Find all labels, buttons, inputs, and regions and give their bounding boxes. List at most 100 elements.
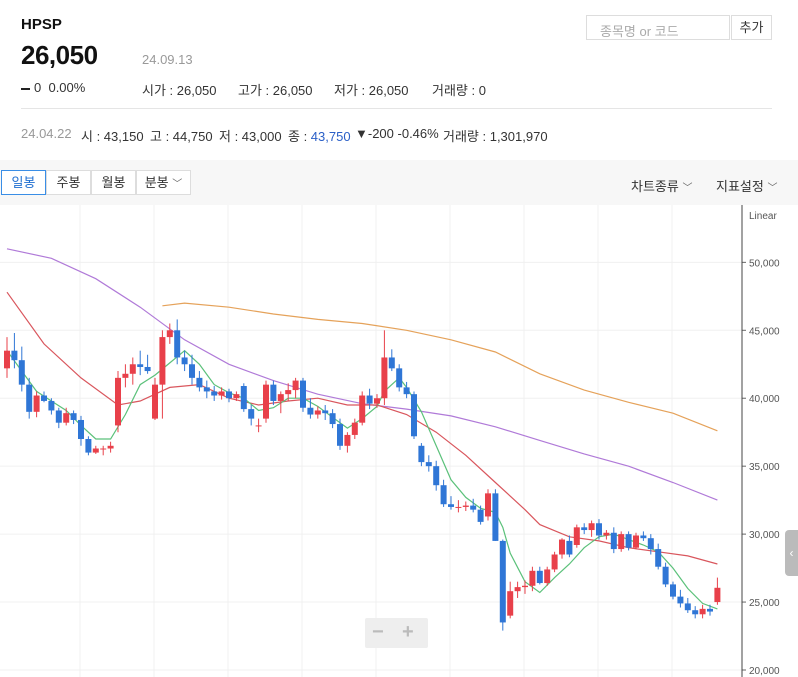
zoom-in-button[interactable]: + — [402, 621, 414, 644]
candle-body — [618, 534, 625, 550]
candle-body — [692, 610, 699, 615]
collapse-panel-icon[interactable]: ‹ — [785, 530, 798, 576]
candle-body — [189, 364, 195, 378]
chevron-down-icon: ﹀ — [172, 179, 183, 190]
add-button[interactable]: 추가 — [731, 15, 772, 40]
candle-body — [300, 380, 306, 408]
candle-body — [329, 413, 336, 425]
hover-date: 24.04.22 — [21, 126, 72, 141]
hover-volume: 거래량 : 1,301,970 — [443, 129, 548, 144]
candle-body — [255, 425, 262, 427]
price-change: 0 0.00% — [21, 80, 85, 95]
candle-body — [41, 395, 47, 401]
candle-body — [440, 485, 447, 505]
candle-body — [70, 413, 77, 420]
chart-type-menu[interactable]: 차트종류 ﹀ — [631, 176, 692, 195]
candle-body — [492, 493, 499, 541]
y-tick-label: 20,000 — [749, 666, 780, 677]
candle-body — [344, 434, 351, 446]
tab-monthly[interactable]: 월봉 — [91, 170, 136, 195]
hover-low: 저 : 43,000 — [219, 129, 282, 144]
candle-body — [78, 419, 84, 439]
low-price: 저가 : 26,050 — [334, 83, 409, 98]
ma120-line — [162, 302, 718, 432]
candle-body — [26, 384, 33, 412]
candle-body — [285, 390, 292, 395]
tab-daily[interactable]: 일봉 — [1, 170, 46, 195]
tab-weekly[interactable]: 주봉 — [46, 170, 91, 195]
change-percent: 0.00% — [48, 80, 86, 95]
change-value: 0 — [34, 80, 42, 95]
candle-body — [707, 608, 713, 612]
candle-body — [233, 394, 240, 399]
candle-body — [670, 584, 676, 597]
candle-body — [462, 505, 469, 507]
candle-body — [115, 377, 121, 426]
y-tick-label: 45,000 — [749, 326, 780, 337]
candle-body — [388, 357, 395, 369]
candle-body — [18, 360, 25, 385]
current-price: 26,050 — [21, 40, 98, 70]
candle-body — [633, 535, 639, 548]
candle-body — [203, 387, 210, 392]
candle-body — [159, 337, 166, 385]
candle-body — [536, 570, 543, 584]
candle-body — [684, 603, 691, 611]
y-scale-label: Linear — [749, 211, 777, 222]
ma60-line — [6, 248, 718, 501]
candle-body — [403, 387, 410, 395]
candle-body — [714, 587, 721, 603]
candle-body — [610, 532, 617, 550]
candle-body — [48, 400, 55, 411]
hover-high: 고 : 44,750 — [150, 129, 213, 144]
candle-body — [337, 424, 343, 446]
candle-body — [433, 466, 440, 486]
chevron-down-icon: ﹀ — [682, 183, 693, 194]
candle-body — [166, 330, 173, 338]
candle-body — [544, 569, 551, 584]
candle-body — [322, 410, 329, 414]
zoom-control: − + — [365, 618, 428, 648]
candle-body — [448, 504, 454, 507]
tab-minute[interactable]: 분봉 ﹀ — [136, 170, 191, 195]
candle-body — [107, 445, 114, 449]
candle-body — [351, 422, 358, 435]
candle-body — [588, 523, 595, 531]
candle-body — [211, 391, 218, 396]
candle-body — [92, 448, 99, 453]
candle-body — [314, 410, 321, 415]
candle-body — [455, 506, 462, 508]
candle-body — [381, 357, 388, 399]
stock-search-input[interactable]: 종목명 or 코드 — [586, 15, 730, 40]
candle-body — [662, 566, 669, 585]
ma5-line — [6, 349, 718, 610]
candle-body — [418, 445, 425, 463]
candle-body — [559, 539, 565, 555]
divider — [21, 108, 772, 109]
candle-body — [4, 350, 10, 369]
candle-body — [581, 527, 588, 531]
zoom-out-button[interactable]: − — [372, 621, 384, 644]
candle-body — [374, 398, 380, 404]
ma20-line — [6, 291, 718, 565]
high-price: 고가 : 26,050 — [238, 83, 313, 98]
candle-body — [699, 608, 706, 615]
candle-body — [551, 554, 558, 570]
candle-body — [647, 538, 654, 550]
hover-change: ▼-200 -0.46% — [355, 126, 439, 141]
y-tick-label: 25,000 — [749, 598, 780, 609]
y-tick-label: 30,000 — [749, 530, 780, 541]
candle-body — [33, 395, 40, 412]
candle-body — [625, 534, 632, 548]
candle-body — [196, 377, 203, 388]
candle-body — [292, 380, 299, 391]
candle-body — [129, 364, 136, 374]
candle-body — [396, 368, 403, 388]
flat-change-icon — [21, 87, 30, 90]
hover-close: 종 : 43,750 — [288, 129, 351, 144]
candle-body — [477, 509, 484, 522]
candle-body — [499, 540, 506, 623]
candle-body — [359, 395, 366, 423]
candlestick-chart[interactable]: 50,000 45,000 40,000 35,000 30,000 25,000 20,0… — [0, 205, 798, 677]
indicator-settings-menu[interactable]: 지표설정 ﹀ — [716, 176, 777, 195]
